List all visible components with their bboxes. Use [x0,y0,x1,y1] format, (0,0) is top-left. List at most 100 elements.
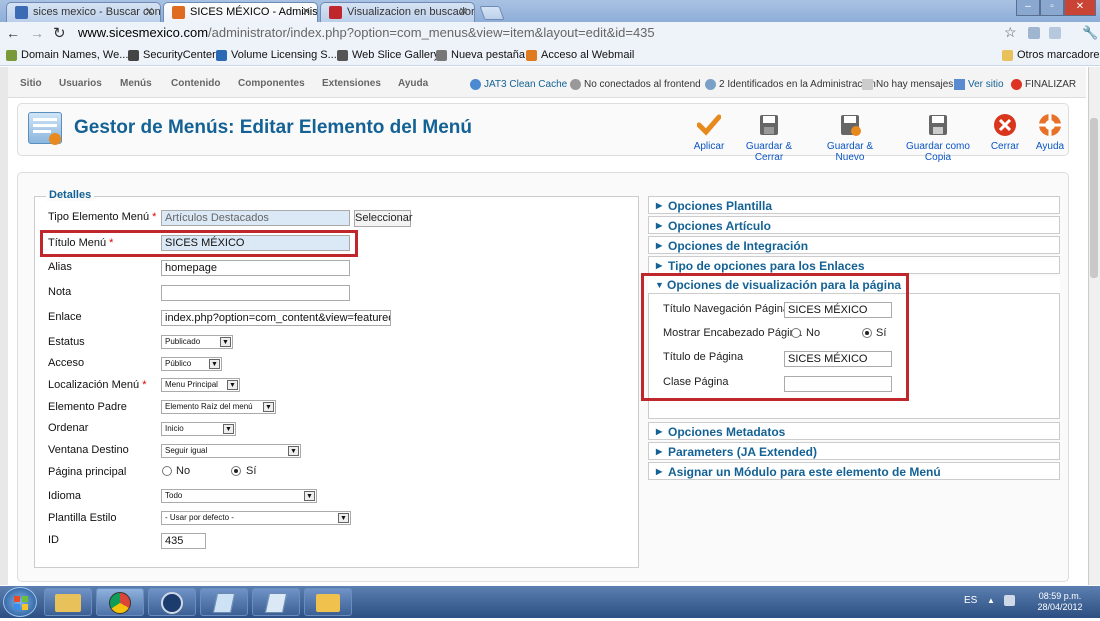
start-button[interactable] [3,587,37,617]
panel-title: Opciones Artículo [668,219,771,233]
new-tab-button[interactable] [479,6,505,20]
id-label: ID [48,534,59,546]
jat3-clean-cache[interactable]: JAT3 Clean Cache [470,79,567,90]
explorer-taskbar-icon[interactable] [44,588,92,616]
finalizar-link[interactable]: FINALIZAR [1011,79,1076,90]
cerrar-button[interactable]: Cerrar [989,113,1021,152]
status-label: JAT3 Clean Cache [484,79,568,90]
panel-opciones-metadatos[interactable]: ▶ Opciones Metadatos [648,422,1060,440]
folder-icon [1002,50,1013,61]
seleccionar-button[interactable]: Seleccionar [354,210,412,227]
loc-select[interactable]: Menu Principal ▼ [161,378,240,392]
menu-sitio[interactable]: Sitio [20,78,42,89]
guardar-nuevo-button[interactable]: Guardar & Nuevo [814,113,886,163]
panel-parameters[interactable]: ▶ Parameters (JA Extended) [648,442,1060,460]
bookmark-volume-licensing[interactable]: Volume Licensing S... [216,49,337,61]
alias-input[interactable]: homepage [161,260,350,276]
estatus-select[interactable]: Publicado ▼ [161,335,233,349]
chevron-down-icon: ▼ [338,513,349,523]
bookmark-nueva-pestana[interactable]: Nueva pestaña [436,49,525,61]
chevron-down-icon: ▼ [223,424,234,434]
users-icon [570,79,581,90]
enlace-label: Enlace [48,311,82,323]
status-label: No conectados al frontend [584,79,701,90]
reload-icon[interactable]: ↻ [53,24,66,42]
app-taskbar-icon[interactable] [200,588,248,616]
bookmark-securitycenter[interactable]: SecurityCenter [128,49,216,61]
page-favicon-icon [329,6,342,19]
close-tab-icon[interactable]: ✕ [145,5,154,18]
menu-ayuda[interactable]: Ayuda [398,78,428,89]
nota-input[interactable] [161,285,350,301]
address-bar[interactable]: www.sicesmexico.com/administrator/index.… [78,24,1018,44]
ordenar-label: Ordenar [48,422,89,434]
idioma-select[interactable]: Todo ▼ [161,489,317,503]
principal-no-radio[interactable] [162,466,172,476]
status-admin: 2 Identificados en la Administración [705,79,876,90]
ver-sitio-link[interactable]: Ver sitio [954,79,1004,90]
close-tab-icon[interactable]: ✕ [459,5,468,18]
google-favicon-icon [15,6,28,19]
browser-tab-google[interactable]: sices mexico - Buscar con G ✕ [6,2,161,22]
menu-contenido[interactable]: Contenido [171,78,220,89]
panel-opciones-articulo[interactable]: ▶ Opciones Artículo [648,216,1060,234]
panel-tipo-enlaces[interactable]: ▶ Tipo de opciones para los Enlaces [648,256,1060,274]
bookmark-label: Domain Names, We... [21,49,129,61]
media-player-taskbar-icon[interactable] [148,588,196,616]
guardar-copia-button[interactable]: Guardar como Copia [896,113,980,163]
panel-opciones-plantilla[interactable]: ▶ Opciones Plantilla [648,196,1060,214]
aplicar-button[interactable]: Aplicar [691,113,727,152]
guardar-cerrar-button[interactable]: Guardar & Cerrar [733,113,805,163]
minimize-icon[interactable]: – [1016,0,1040,16]
id-field: 435 [161,533,206,549]
bookmark-web-slice[interactable]: Web Slice Gallery [337,49,439,61]
scrollbar-thumb[interactable] [1090,118,1098,278]
clock[interactable]: 08:59 p.m. 28/04/2012 [1030,591,1090,613]
forward-arrow-icon[interactable]: → [30,25,44,41]
padre-select[interactable]: Elemento Raíz del menú ▼ [161,400,276,414]
principal-si-radio[interactable] [231,466,241,476]
ayuda-button[interactable]: Ayuda [1034,113,1066,152]
bookmark-webmail[interactable]: Acceso al Webmail [526,49,634,61]
enlace-input[interactable]: index.php?option=com_content&view=featur… [161,310,391,326]
status-mensajes: No hay mensajes [862,79,953,90]
menu-menus[interactable]: Menús [120,78,152,89]
back-arrow-icon[interactable]: ← [6,25,20,41]
browser-tab-visualizacion[interactable]: Visualizacion en buscadore ✕ [320,2,475,22]
close-tab-icon[interactable]: ✕ [302,5,311,18]
tray-arrow-icon[interactable]: ▲ [987,596,995,605]
maximize-icon[interactable]: ▫ [1040,0,1064,16]
chrome-taskbar-icon[interactable] [96,588,144,616]
status-frontend: No conectados al frontend [570,79,701,90]
menu-extensiones[interactable]: Extensiones [322,78,381,89]
bookmark-domain-names[interactable]: Domain Names, We... [6,49,128,61]
bookmark-icon [128,50,139,61]
highlight-box [641,273,909,401]
chevron-down-icon: ▼ [304,491,315,501]
principal-no-label: No [176,465,191,477]
plantilla-select[interactable]: - Usar por defecto - ▼ [161,511,351,525]
network-icon[interactable] [1004,595,1015,606]
menu-componentes[interactable]: Componentes [238,78,305,89]
principal-si-label: Sí [246,465,257,477]
panel-title: Opciones Metadatos [668,425,786,439]
browser-tab-sices[interactable]: SICES MÉXICO - Administra ✕ [163,2,318,22]
extension-icon[interactable] [1049,27,1061,39]
ventana-select[interactable]: Seguir igual ▼ [161,444,301,458]
wrench-menu-icon[interactable]: 🔧 [1082,25,1098,41]
bookmark-icon [526,50,537,61]
language-indicator[interactable]: ES [964,595,977,606]
acceso-select[interactable]: Público ▼ [161,357,222,371]
panel-asignar-modulo[interactable]: ▶ Asignar un Módulo para este elemento de… [648,462,1060,480]
panel-opciones-integracion[interactable]: ▶ Opciones de Integración [648,236,1060,254]
plantilla-label: Plantilla Estilo [48,512,117,524]
window-close-icon[interactable]: ✕ [1064,0,1096,16]
app-taskbar-icon[interactable] [252,588,300,616]
caret-right-icon: ▶ [656,427,663,436]
chevron-down-icon: ▼ [209,359,220,369]
app-taskbar-icon[interactable] [304,588,352,616]
other-bookmarks[interactable]: Otros marcadores [1002,49,1100,61]
menu-usuarios[interactable]: Usuarios [59,78,102,89]
extension-icon[interactable] [1028,27,1040,39]
ordenar-select[interactable]: Inicio ▼ [161,422,236,436]
